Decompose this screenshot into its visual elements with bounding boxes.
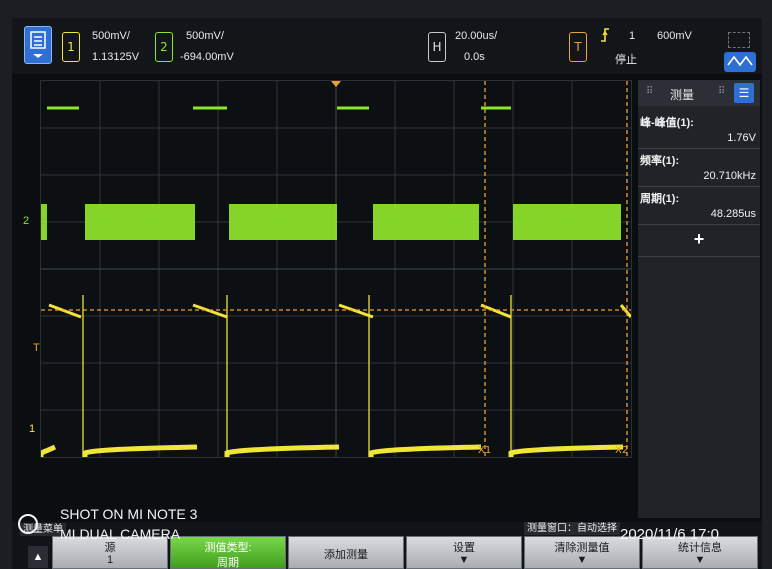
horizontal-scale: 20.00us/ xyxy=(455,30,498,42)
softkey-label: 设置 xyxy=(453,542,475,554)
measure-type-softkey[interactable]: 测值类型: 周期 xyxy=(170,536,286,569)
cursor-x1-label: X1 xyxy=(478,445,491,456)
acquisition-status: 停止 xyxy=(615,54,637,66)
drag-handle-icon[interactable]: ⠿ xyxy=(718,86,725,97)
chevron-down-icon: ▼ xyxy=(576,554,588,566)
ch1-lower-segment xyxy=(224,444,340,457)
measure-window-title: 测量窗口：自动选择 xyxy=(524,522,620,535)
back-button[interactable]: ▲ xyxy=(28,546,48,568)
trigger-marker[interactable]: T xyxy=(30,342,43,355)
ch1-lower-segment xyxy=(368,444,482,457)
ch2-marker[interactable]: 2 xyxy=(20,215,32,228)
ch1-scale: 500mV/ xyxy=(92,30,130,42)
drag-handle-icon[interactable]: ⠿ xyxy=(646,86,653,97)
trigger-key[interactable]: T xyxy=(569,32,587,62)
trigger-level: 600mV xyxy=(657,30,692,42)
camera-watermark-line2: MI DUAL CAMERA xyxy=(60,526,181,542)
channel-1-key[interactable]: 1 xyxy=(62,32,80,62)
rising-edge-icon xyxy=(600,28,610,45)
ch1-marker[interactable]: 1 xyxy=(26,423,38,436)
channel-2-key[interactable]: 2 xyxy=(155,32,173,62)
softkey-value: 周期 xyxy=(217,557,239,569)
oscilloscope-screen: 1 500mV/ 1.13125V 2 500mV/ -694.00mV H 2… xyxy=(12,18,762,569)
measure-value-frequency: 20.710kHz xyxy=(703,170,756,182)
ch1-upper-segment xyxy=(48,303,82,319)
trigger-position-marker xyxy=(331,81,341,87)
ch2-burst xyxy=(41,204,47,240)
photo-timestamp: 2020/11/6 17:0 xyxy=(620,526,719,543)
panel-menu-icon[interactable]: ☰ xyxy=(734,83,754,103)
ch1-lower-segment xyxy=(41,444,57,457)
horizontal-delay: 0.0s xyxy=(464,51,485,63)
settings-softkey[interactable]: 设置 ▼ xyxy=(406,536,522,569)
chevron-down-icon: ▼ xyxy=(694,554,706,566)
menu-icon[interactable] xyxy=(24,26,52,64)
softkey-value: 1 xyxy=(106,554,114,566)
measure-label-pkpk: 峰-峰值(1): xyxy=(640,117,694,129)
measure-label-frequency: 频率(1): xyxy=(640,155,680,167)
plus-icon[interactable]: + xyxy=(690,230,708,248)
measurement-panel: ⠿ 测量 ⠿ ☰ 峰-峰值(1): 1.76V 频率(1): 20.710kHz… xyxy=(638,80,760,518)
measurement-panel-title: 测量 xyxy=(670,88,695,102)
softkey-label: 测值类型: xyxy=(204,542,252,554)
ch2-burst xyxy=(513,204,621,240)
divider xyxy=(638,256,760,257)
ch1-lower-segment xyxy=(82,444,198,457)
ch2-offset: -694.00mV xyxy=(180,51,234,63)
divider xyxy=(638,224,760,225)
measurement-panel-header: ⠿ 测量 ⠿ ☰ xyxy=(638,80,760,106)
ch2-burst xyxy=(229,204,337,240)
divider xyxy=(638,148,760,149)
ch1-upper-segment xyxy=(619,304,631,318)
softkey-label: 添加测量 xyxy=(324,549,368,561)
trigger-source: 1 xyxy=(629,30,636,42)
waveform-display: X1 X2 xyxy=(40,80,632,458)
ch2-scale: 500mV/ xyxy=(186,30,224,42)
cursor-x2-label: X2 xyxy=(615,445,628,456)
status-bar: 1 500mV/ 1.13125V 2 500mV/ -694.00mV H 2… xyxy=(12,18,762,74)
ch1-upper-segment xyxy=(338,303,374,319)
add-measurement-softkey[interactable]: 添加测量 xyxy=(288,536,404,569)
camera-logo-icon xyxy=(18,514,38,534)
measure-value-period: 48.285us xyxy=(710,208,756,220)
waveform-graticule: X1 X2 xyxy=(41,81,631,457)
ch1-lower-segment xyxy=(508,444,624,457)
ch1-upper-segment xyxy=(192,303,228,319)
camera-watermark-line1: SHOT ON MI NOTE 3 xyxy=(60,506,198,522)
waveform-icon[interactable] xyxy=(724,52,756,72)
chevron-down-icon: ▼ xyxy=(458,554,470,566)
ch2-burst xyxy=(373,204,479,240)
divider xyxy=(638,186,760,187)
ch2-burst xyxy=(85,204,195,240)
measure-value-pkpk: 1.76V xyxy=(727,132,756,144)
horizontal-key[interactable]: H xyxy=(428,32,446,62)
measure-label-period: 周期(1): xyxy=(640,193,680,205)
ch1-offset: 1.13125V xyxy=(92,51,140,63)
grid-corner-icon xyxy=(728,32,750,48)
